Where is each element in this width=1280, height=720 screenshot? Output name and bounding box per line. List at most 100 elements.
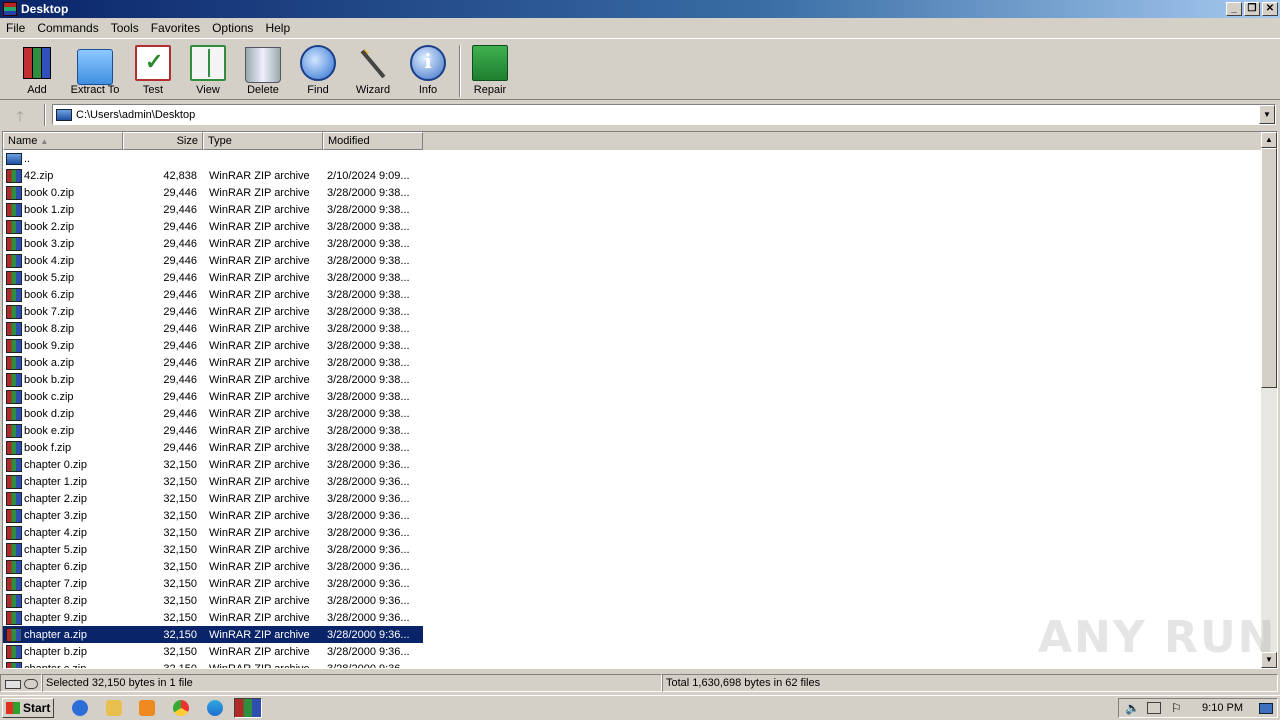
file-row[interactable]: book c.zip 29,446 WinRAR ZIP archive 3/28/2… bbox=[3, 388, 1263, 405]
file-modified: 3/28/2000 9:38... bbox=[327, 254, 410, 267]
internet-explorer-icon[interactable] bbox=[72, 700, 88, 716]
file-modified: 3/28/2000 9:38... bbox=[327, 407, 410, 420]
column-header-type[interactable]: Type bbox=[203, 132, 323, 150]
scroll-thumb[interactable] bbox=[1261, 148, 1277, 388]
zip-archive-icon bbox=[6, 440, 22, 455]
file-size: 29,446 bbox=[163, 203, 197, 216]
start-button[interactable]: Start bbox=[2, 698, 54, 718]
repair-button[interactable]: Repair bbox=[462, 45, 518, 97]
file-type: WinRAR ZIP archive bbox=[209, 441, 310, 454]
file-row[interactable]: book 0.zip 29,446 WinRAR ZIP archive 3/28/2… bbox=[3, 184, 1263, 201]
show-desktop-icon[interactable] bbox=[1259, 703, 1273, 714]
test-button[interactable]: Test bbox=[125, 45, 181, 97]
file-row[interactable]: chapter 0.zip 32,150 WinRAR ZIP archive 3/2… bbox=[3, 456, 1263, 473]
menu-help[interactable]: Help bbox=[259, 21, 296, 35]
file-name-cell: chapter a.zip bbox=[3, 627, 123, 642]
file-row[interactable]: book 9.zip 29,446 WinRAR ZIP archive 3/28/2… bbox=[3, 337, 1263, 354]
file-name: book 3.zip bbox=[24, 237, 75, 250]
path-text: C:\Users\admin\Desktop bbox=[76, 108, 196, 121]
flag-icon[interactable]: ⚐ bbox=[1171, 701, 1182, 715]
file-explorer-icon[interactable] bbox=[106, 700, 122, 716]
column-header-size[interactable]: Size bbox=[123, 132, 203, 150]
volume-icon[interactable]: 🔈 bbox=[1125, 701, 1140, 715]
file-modified: 3/28/2000 9:36... bbox=[327, 560, 410, 573]
file-row[interactable]: chapter 4.zip 32,150 WinRAR ZIP archive 3/2… bbox=[3, 524, 1263, 541]
file-type: WinRAR ZIP archive bbox=[209, 254, 310, 267]
file-name: book 8.zip bbox=[24, 322, 75, 335]
file-name: chapter 1.zip bbox=[24, 475, 87, 488]
file-row[interactable]: book d.zip 29,446 WinRAR ZIP archive 3/28/2… bbox=[3, 405, 1263, 422]
file-name: book a.zip bbox=[24, 356, 75, 369]
file-row[interactable]: chapter 2.zip 32,150 WinRAR ZIP archive 3/2… bbox=[3, 490, 1263, 507]
find-button[interactable]: Find bbox=[290, 45, 346, 97]
zip-archive-icon bbox=[6, 270, 22, 285]
wizard-button[interactable]: Wizard bbox=[345, 45, 401, 97]
file-type: WinRAR ZIP archive bbox=[209, 424, 310, 437]
file-type: WinRAR ZIP archive bbox=[209, 577, 310, 590]
zip-archive-icon bbox=[6, 202, 22, 217]
file-size: 29,446 bbox=[163, 390, 197, 403]
file-modified: 3/28/2000 9:36... bbox=[327, 492, 410, 505]
file-row[interactable]: 42.zip 42,838 WinRAR ZIP archive 2/10/2024 … bbox=[3, 167, 1263, 184]
winrar-taskbar-button[interactable] bbox=[234, 698, 262, 718]
address-separator bbox=[44, 104, 46, 126]
column-header-modified[interactable]: Modified bbox=[323, 132, 423, 150]
media-player-icon[interactable] bbox=[139, 700, 155, 716]
zip-archive-icon bbox=[6, 372, 22, 387]
file-row[interactable]: chapter 6.zip 32,150 WinRAR ZIP archive 3/2… bbox=[3, 558, 1263, 575]
file-row[interactable]: book b.zip 29,446 WinRAR ZIP archive 3/28/2… bbox=[3, 371, 1263, 388]
file-list[interactable]: Name ▲ Size Type Modified .. 42.zip 42,838… bbox=[2, 131, 1278, 669]
menu-commands[interactable]: Commands bbox=[31, 21, 104, 35]
file-row[interactable]: book 2.zip 29,446 WinRAR ZIP archive 3/28/2… bbox=[3, 218, 1263, 235]
file-type: WinRAR ZIP archive bbox=[209, 407, 310, 420]
file-row[interactable]: book 6.zip 29,446 WinRAR ZIP archive 3/28/2… bbox=[3, 286, 1263, 303]
file-row[interactable]: book f.zip 29,446 WinRAR ZIP archive 3/28/2… bbox=[3, 439, 1263, 456]
wizard-label: Wizard bbox=[355, 84, 391, 96]
scroll-up-button[interactable]: ▲ bbox=[1261, 132, 1277, 148]
path-dropdown-button[interactable]: ▼ bbox=[1259, 105, 1275, 124]
file-row[interactable]: book 5.zip 29,446 WinRAR ZIP archive 3/28/2… bbox=[3, 269, 1263, 286]
file-name: book b.zip bbox=[24, 373, 75, 386]
toolbar: Add Extract To Test View Delete Find Wiz… bbox=[0, 38, 1280, 100]
menu-tools[interactable]: Tools bbox=[105, 21, 145, 35]
clock[interactable]: 9:10 PM bbox=[1202, 702, 1243, 714]
vertical-scrollbar[interactable]: ▲ ▼ bbox=[1261, 132, 1277, 668]
zip-archive-icon bbox=[6, 423, 22, 438]
network-icon[interactable] bbox=[1147, 702, 1161, 714]
file-name: chapter b.zip bbox=[24, 645, 87, 658]
delete-button[interactable]: Delete bbox=[235, 45, 291, 97]
edge-icon[interactable] bbox=[207, 700, 223, 716]
file-row[interactable]: book 1.zip 29,446 WinRAR ZIP archive 3/28/2… bbox=[3, 201, 1263, 218]
file-row[interactable]: chapter 1.zip 32,150 WinRAR ZIP archive 3/2… bbox=[3, 473, 1263, 490]
file-row[interactable]: chapter 8.zip 32,150 WinRAR ZIP archive 3/2… bbox=[3, 592, 1263, 609]
file-row[interactable]: chapter 5.zip 32,150 WinRAR ZIP archive 3/2… bbox=[3, 541, 1263, 558]
column-header-name[interactable]: Name ▲ bbox=[3, 132, 123, 150]
view-button[interactable]: View bbox=[180, 45, 236, 97]
menu-favorites[interactable]: Favorites bbox=[145, 21, 206, 35]
add-button[interactable]: Add bbox=[9, 45, 65, 97]
close-button[interactable]: ✕ bbox=[1262, 2, 1278, 16]
file-type: WinRAR ZIP archive bbox=[203, 628, 323, 641]
file-type: WinRAR ZIP archive bbox=[209, 271, 310, 284]
file-modified: 3/28/2000 9:38... bbox=[327, 237, 410, 250]
info-button[interactable]: i Info bbox=[400, 45, 456, 97]
menu-file[interactable]: File bbox=[0, 21, 31, 35]
file-row[interactable]: .. bbox=[3, 150, 1263, 167]
extract-to-button[interactable]: Extract To bbox=[67, 45, 123, 97]
restore-button[interactable]: ❐ bbox=[1244, 2, 1260, 16]
file-row[interactable]: book e.zip 29,446 WinRAR ZIP archive 3/28/2… bbox=[3, 422, 1263, 439]
find-label: Find bbox=[307, 84, 329, 96]
file-row[interactable]: book 3.zip 29,446 WinRAR ZIP archive 3/28/2… bbox=[3, 235, 1263, 252]
file-row[interactable]: book 4.zip 29,446 WinRAR ZIP archive 3/28/2… bbox=[3, 252, 1263, 269]
path-field[interactable]: C:\Users\admin\Desktop ▼ bbox=[52, 104, 1276, 125]
menu-options[interactable]: Options bbox=[206, 21, 259, 35]
up-folder-button[interactable]: 🡑 bbox=[10, 106, 30, 124]
file-row[interactable]: book a.zip 29,446 WinRAR ZIP archive 3/28/2… bbox=[3, 354, 1263, 371]
chrome-icon[interactable] bbox=[173, 700, 189, 716]
file-row[interactable]: book 8.zip 29,446 WinRAR ZIP archive 3/28/2… bbox=[3, 320, 1263, 337]
file-row[interactable]: book 7.zip 29,446 WinRAR ZIP archive 3/28/2… bbox=[3, 303, 1263, 320]
file-row[interactable]: chapter 3.zip 32,150 WinRAR ZIP archive 3/2… bbox=[3, 507, 1263, 524]
watermark-logo: ANY RUN bbox=[1038, 612, 1277, 663]
file-row[interactable]: chapter 7.zip 32,150 WinRAR ZIP archive 3/2… bbox=[3, 575, 1263, 592]
minimize-button[interactable]: _ bbox=[1226, 2, 1242, 16]
